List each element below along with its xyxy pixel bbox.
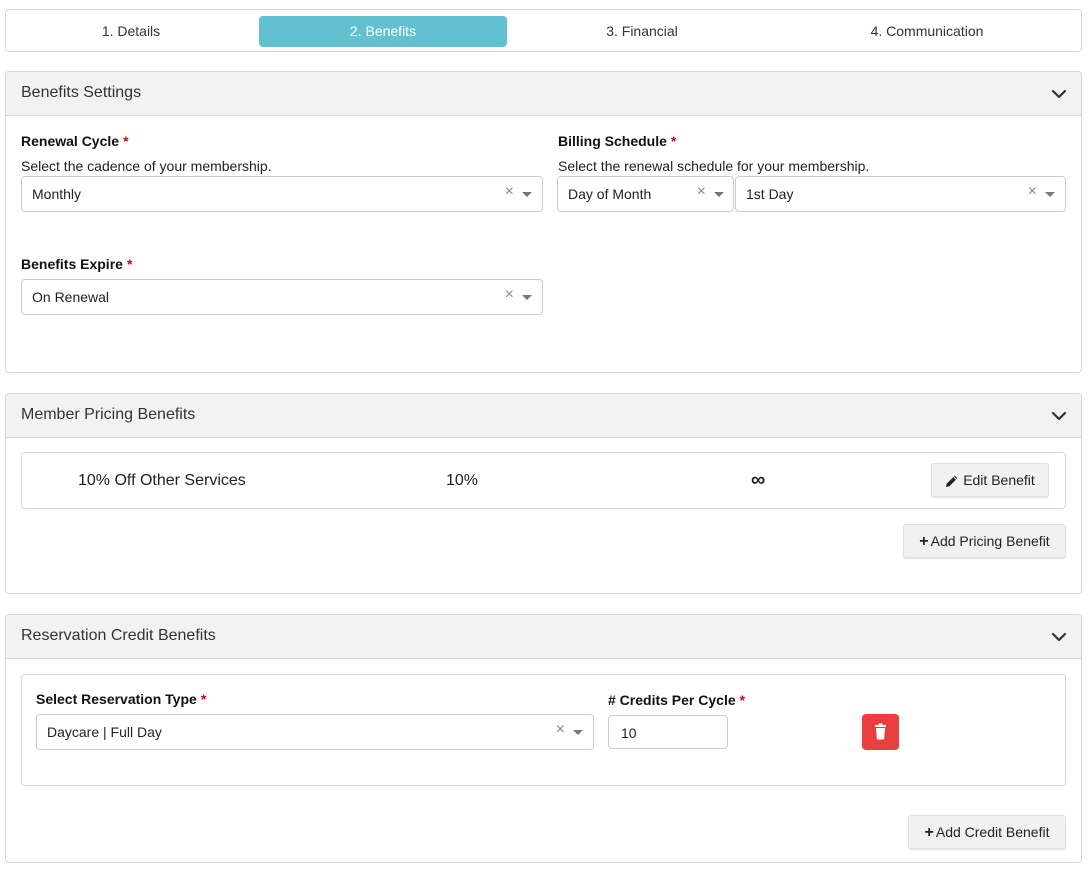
panel-title: Member Pricing Benefits xyxy=(21,406,196,423)
required-mark: * xyxy=(670,133,677,149)
required-mark: * xyxy=(200,691,207,707)
caret-down-icon[interactable] xyxy=(522,192,532,197)
caret-down-icon[interactable] xyxy=(714,192,724,197)
reservation-type-label: Select Reservation Type * xyxy=(36,691,207,707)
panel-title: Benefits Settings xyxy=(21,84,142,101)
edit-benefit-button[interactable]: Edit Benefit xyxy=(931,463,1049,497)
panel-title: Reservation Credit Benefits xyxy=(21,627,216,644)
reservation-type-select[interactable]: Daycare | Full Day × xyxy=(36,714,594,750)
step-benefits[interactable]: 2. Benefits xyxy=(259,16,507,47)
billing-schedule-help: Select the renewal schedule for your mem… xyxy=(558,158,870,174)
pencil-icon xyxy=(946,475,958,488)
plus-icon: + xyxy=(919,533,929,551)
trash-icon xyxy=(875,723,886,740)
selected-value: On Renewal xyxy=(32,289,110,305)
step-financial[interactable]: 3. Financial xyxy=(516,16,768,47)
clear-icon[interactable]: × xyxy=(556,721,565,739)
chevron-down-icon[interactable] xyxy=(1051,408,1067,424)
reservation-credit-panel: Reservation Credit Benefits Select Reser… xyxy=(5,614,1082,863)
required-mark: * xyxy=(739,692,746,708)
credits-per-cycle-label: # Credits Per Cycle * xyxy=(608,692,746,708)
benefits-expire-select[interactable]: On Renewal × xyxy=(21,279,543,315)
add-pricing-benefit-button[interactable]: + Add Pricing Benefit xyxy=(903,524,1066,558)
credit-benefit-card: Select Reservation Type * Daycare | Full … xyxy=(21,674,1066,786)
selected-value: Daycare | Full Day xyxy=(47,724,162,740)
billing-schedule-type-select[interactable]: Day of Month × xyxy=(557,176,734,212)
caret-down-icon[interactable] xyxy=(573,730,583,735)
selected-value: Day of Month xyxy=(568,186,652,202)
selected-value: 1st Day xyxy=(746,186,794,202)
benefits-expire-label: Benefits Expire * xyxy=(21,256,133,272)
credits-per-cycle-input[interactable]: 10 xyxy=(608,715,728,749)
billing-schedule-label: Billing Schedule * xyxy=(558,133,677,149)
add-pricing-benefit-label: Add Pricing Benefit xyxy=(930,533,1050,549)
selected-value: Monthly xyxy=(32,186,82,202)
panel-header[interactable]: Benefits Settings xyxy=(6,72,1081,116)
caret-down-icon[interactable] xyxy=(522,295,532,300)
chevron-down-icon[interactable] xyxy=(1051,86,1067,102)
plus-icon: + xyxy=(924,824,934,842)
delete-credit-benefit-button[interactable] xyxy=(862,714,899,750)
chevron-down-icon[interactable] xyxy=(1051,629,1067,645)
step-communication[interactable]: 4. Communication xyxy=(776,16,1078,47)
input-value: 10 xyxy=(621,725,637,741)
renewal-cycle-help: Select the cadence of your membership. xyxy=(21,158,272,174)
add-credit-benefit-label: Add Credit Benefit xyxy=(935,824,1050,840)
edit-benefit-label: Edit Benefit xyxy=(963,472,1035,488)
clear-icon[interactable]: × xyxy=(697,183,706,201)
renewal-cycle-select[interactable]: Monthly × xyxy=(21,176,543,212)
renewal-cycle-label: Renewal Cycle * xyxy=(21,133,129,149)
infinity-icon: ∞ xyxy=(751,469,766,491)
clear-icon[interactable]: × xyxy=(1028,183,1037,201)
benefit-discount: 10% xyxy=(446,472,479,489)
member-pricing-panel: Member Pricing Benefits 10% Off Other Se… xyxy=(5,393,1082,594)
billing-schedule-day-select[interactable]: 1st Day × xyxy=(735,176,1066,212)
wizard-stepper: 1. Details 2. Benefits 3. Financial 4. C… xyxy=(5,9,1082,52)
benefit-name: 10% Off Other Services xyxy=(78,472,246,489)
pricing-benefit-row: 10% Off Other Services 10% ∞ Edit Benefi… xyxy=(21,452,1066,509)
required-mark: * xyxy=(126,256,133,272)
benefits-settings-panel: Benefits Settings Renewal Cycle * Select … xyxy=(5,71,1082,373)
clear-icon[interactable]: × xyxy=(505,183,514,201)
caret-down-icon[interactable] xyxy=(1045,192,1055,197)
add-credit-benefit-button[interactable]: + Add Credit Benefit xyxy=(908,815,1066,849)
clear-icon[interactable]: × xyxy=(505,286,514,304)
step-details[interactable]: 1. Details xyxy=(11,16,251,47)
panel-header[interactable]: Member Pricing Benefits xyxy=(6,394,1081,438)
required-mark: * xyxy=(123,133,129,149)
panel-header[interactable]: Reservation Credit Benefits xyxy=(6,615,1081,659)
